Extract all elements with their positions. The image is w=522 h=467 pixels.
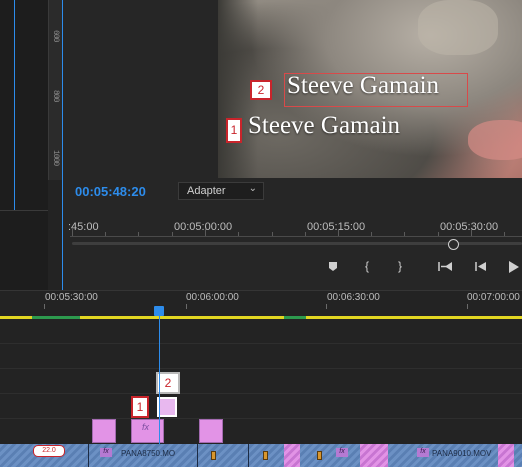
nested-clip[interactable] [284, 444, 300, 467]
fit-dropdown[interactable]: Adapter ⌄ [178, 182, 264, 200]
speed-badge: 22.0 [33, 445, 65, 457]
clip-edge [88, 444, 89, 467]
monitor-ruler[interactable] [70, 236, 522, 237]
title-text-bottom[interactable]: Steeve Gamain [248, 112, 400, 140]
ruler-tick [467, 304, 468, 309]
ruler-tick [338, 229, 339, 236]
clip-edge [248, 444, 249, 467]
timeline-marker-1: 1 [131, 396, 149, 418]
timeline-playhead-line[interactable] [159, 316, 160, 446]
track-divider [0, 418, 522, 419]
timeline-ruler-label: 00:06:00:00 [186, 292, 239, 303]
source-panel-playhead [14, 0, 15, 210]
playhead-timecode[interactable]: 00:05:48:20 [75, 184, 146, 199]
clip-edge [197, 444, 198, 467]
fx-badge: fx [142, 422, 150, 432]
transition-marker [211, 451, 216, 460]
graphic-clip[interactable] [92, 419, 116, 443]
ruler-tick [172, 232, 173, 236]
arm-shape [468, 120, 522, 160]
monitor-ruler-label: 00:05:30:00 [440, 221, 499, 233]
ruler-tick [238, 232, 239, 236]
marker-1: 1 [226, 118, 242, 143]
ruler-tick [205, 229, 206, 236]
ruler-tick [471, 229, 472, 236]
clip-name: PANA8750.MO [121, 449, 176, 458]
ruler-label: 800 [51, 90, 60, 102]
ruler-tick [72, 229, 73, 236]
render-bar-green [284, 316, 306, 319]
track-divider [0, 368, 522, 369]
transition-marker [317, 451, 322, 460]
go-to-in-icon[interactable] [438, 261, 454, 275]
ruler-tick [371, 232, 372, 236]
fx-badge-icon: fx [417, 448, 429, 457]
rock-highlight [418, 0, 498, 55]
timeline-playhead-handle[interactable] [154, 306, 164, 316]
ruler-tick [44, 304, 45, 309]
marker-icon[interactable] [328, 261, 338, 275]
ruler-tick [504, 232, 505, 236]
panel-divider [0, 210, 48, 211]
marker-2: 2 [250, 80, 272, 100]
track-divider [0, 343, 522, 344]
transition-marker [263, 451, 268, 460]
step-back-icon[interactable] [474, 261, 488, 275]
ruler-tick [404, 232, 405, 236]
timeline-ruler-label: 00:06:30:00 [327, 292, 380, 303]
clip-name: PANA9010.MOV [432, 449, 492, 458]
selected-graphic-clip[interactable] [157, 397, 177, 417]
monitor-ruler-label: 00:05:00:00 [174, 221, 233, 233]
timeline-ruler-label: 00:07:00:00 [467, 292, 520, 303]
title-text-top[interactable]: Steeve Gamain [287, 72, 439, 100]
nested-clip[interactable] [360, 444, 388, 467]
ruler-label: 1000 [51, 150, 60, 166]
graphic-clip[interactable] [199, 419, 223, 443]
ruler-tick [186, 304, 187, 309]
scrub-handle[interactable] [448, 239, 459, 250]
track-divider [0, 393, 522, 394]
vertical-ruler: 600 800 1000 [48, 0, 63, 180]
fx-badge-icon: fx [336, 448, 348, 457]
mark-out-icon[interactable]: } [398, 259, 402, 273]
ruler-tick [138, 232, 139, 236]
ruler-tick [105, 232, 106, 236]
play-icon[interactable] [508, 261, 520, 276]
ruler-tick [305, 232, 306, 236]
ruler-label: 600 [51, 30, 60, 42]
mark-in-icon[interactable]: { [365, 259, 369, 273]
ruler-tick [438, 232, 439, 236]
source-panel [0, 0, 48, 290]
ruler-tick [326, 304, 327, 309]
monitor-ruler-label: 00:05:15:00 [307, 221, 366, 233]
chevron-down-icon: ⌄ [248, 183, 257, 194]
fx-badge-icon: fx [100, 448, 112, 457]
fit-dropdown-value: Adapter [187, 185, 226, 197]
nested-clip[interactable] [498, 444, 514, 467]
ruler-tick [272, 232, 273, 236]
render-bar-green [32, 316, 80, 319]
timeline-ruler-label: 00:05:30:00 [45, 292, 98, 303]
